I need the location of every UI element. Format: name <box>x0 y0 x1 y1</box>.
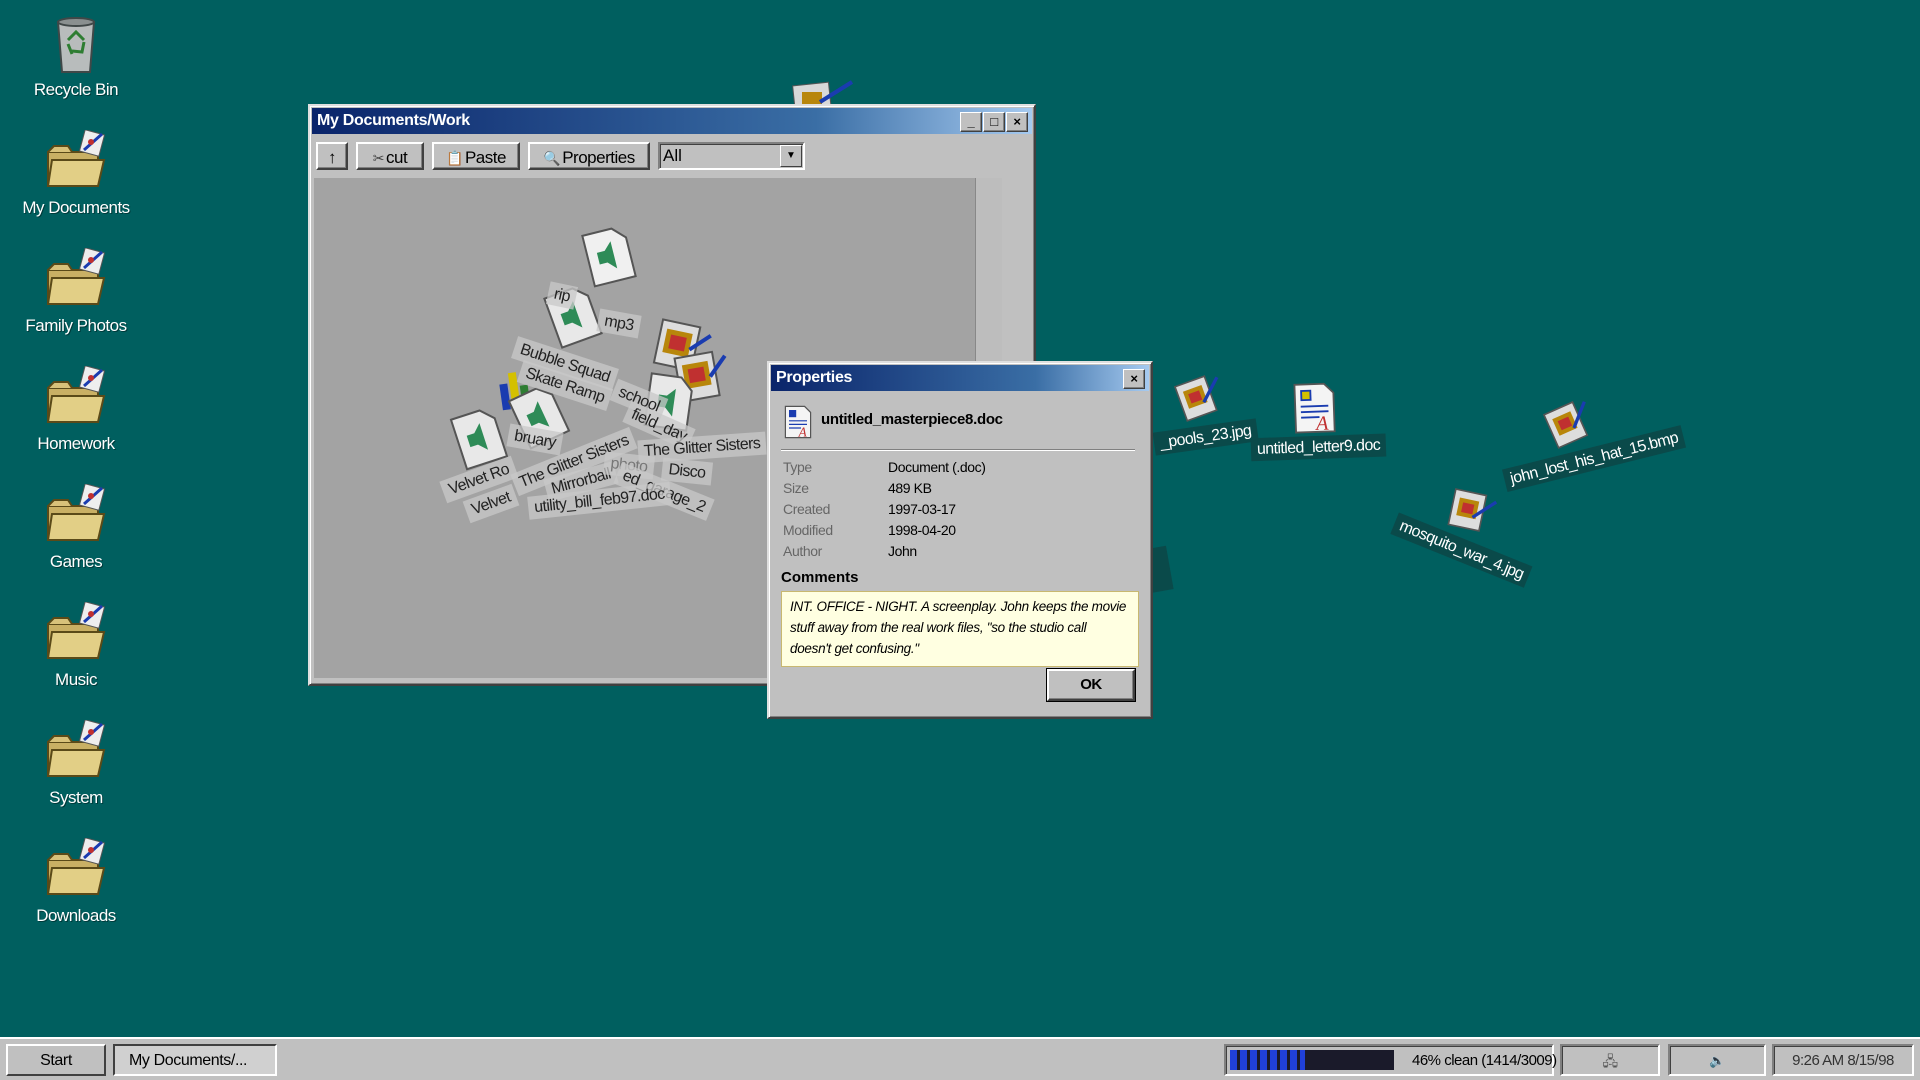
property-row-type: Type Document (.doc) <box>783 459 986 475</box>
desktop-icon-homework[interactable]: Homework <box>6 366 146 454</box>
property-value: John <box>888 543 917 559</box>
desktop-icon-label: Music <box>55 670 97 689</box>
network-icon: 🖧 <box>1602 1053 1618 1069</box>
property-key: Created <box>783 501 831 517</box>
property-row-size: Size 489 KB <box>783 480 932 496</box>
comments-heading: Comments <box>781 569 859 586</box>
filter-value: All <box>663 146 682 165</box>
file-label: _pools_23.jpg <box>1152 418 1259 456</box>
properties-label: Properties <box>562 148 635 167</box>
property-value: 1998-04-20 <box>888 522 956 538</box>
minimize-button[interactable]: _ <box>960 112 982 132</box>
image-file-icon[interactable] <box>790 80 860 106</box>
volume-icon: 🔈 <box>1709 1053 1725 1068</box>
properties-dialog[interactable]: Properties × A untitled_masterpiece8.doc… <box>767 361 1153 719</box>
property-row-created: Created 1997-03-17 <box>783 501 956 517</box>
folder-icon <box>46 720 106 777</box>
clean-progress-track <box>1230 1050 1394 1070</box>
clean-progress-indicator: 46% clean (1414/3009) <box>1224 1044 1557 1076</box>
ok-button[interactable]: OK <box>1046 668 1136 702</box>
tray-network-icon-box[interactable]: 🖧 <box>1560 1044 1660 1076</box>
desktop-icon-family-photos[interactable]: Family Photos <box>6 248 146 336</box>
file-label: untitled_letter9.doc <box>1250 433 1387 462</box>
property-key: Modified <box>783 522 833 538</box>
comments-box: INT. OFFICE - NIGHT. A screenplay. John … <box>781 591 1139 667</box>
tray-volume-icon-box[interactable]: 🔈 <box>1668 1044 1766 1076</box>
property-value: 489 KB <box>888 480 932 496</box>
property-value: Document (.doc) <box>888 459 986 475</box>
desktop-icon-downloads[interactable]: Downloads <box>6 838 146 926</box>
folder-icon <box>46 602 106 659</box>
progress-text: 46% clean (1414/3009) <box>1412 1052 1557 1069</box>
magnifier-icon: 🔍 <box>543 150 561 166</box>
audio-file-icon[interactable] <box>578 223 640 289</box>
separator <box>781 449 1135 451</box>
desktop-file-pools[interactable]: _pools_23.jpg <box>1145 365 1259 456</box>
image-file-icon <box>1173 375 1219 422</box>
property-row-author: Author John <box>783 543 917 559</box>
up-label: ↑ <box>328 148 337 167</box>
property-row-modified: Modified 1998-04-20 <box>783 522 956 538</box>
desktop-icon-label: Games <box>49 552 103 571</box>
recycle-bin-icon <box>56 17 96 73</box>
svg-text:A: A <box>1314 413 1330 435</box>
folder-icon <box>46 838 106 895</box>
image-file-icon <box>1542 401 1589 449</box>
clean-progress-fill <box>1230 1050 1306 1070</box>
desktop-icon-label: Family Photos <box>25 316 127 335</box>
explorer-toolbar: ↑ ✂ cut 📋 Paste 🔍 Properties All ▼ <box>310 138 1030 176</box>
chevron-down-icon[interactable]: ▼ <box>780 145 802 167</box>
property-key: Size <box>783 480 809 496</box>
paste-button[interactable]: 📋 Paste <box>432 142 520 170</box>
property-value: 1997-03-17 <box>888 501 956 517</box>
task-label: My Documents/... <box>129 1052 248 1069</box>
svg-text:A: A <box>798 424 808 439</box>
property-key: Type <box>783 459 812 475</box>
folder-icon <box>46 130 106 187</box>
desktop-icon-music[interactable]: Music <box>6 602 146 690</box>
maximize-button[interactable]: □ <box>983 112 1005 132</box>
desktop-icon-label: Downloads <box>36 906 116 925</box>
properties-button[interactable]: 🔍 Properties <box>528 142 650 170</box>
properties-titlebar[interactable]: Properties × <box>771 365 1149 391</box>
desktop-file-untitled-letter[interactable]: A untitled_letter9.doc <box>1249 380 1387 462</box>
close-button[interactable]: × <box>1123 369 1145 389</box>
desktop-icon-games[interactable]: Games <box>6 484 146 572</box>
cut-label: cut <box>386 148 408 167</box>
desktop-icon-label: Homework <box>37 434 115 453</box>
cut-button[interactable]: ✂ cut <box>356 142 424 170</box>
close-button[interactable]: × <box>1006 112 1028 132</box>
clipboard-icon: 📋 <box>446 150 463 166</box>
window-title: My Documents/Work <box>317 112 470 129</box>
desktop-icon-label: My Documents <box>22 198 130 217</box>
desktop-icon-my-documents[interactable]: My Documents <box>6 130 146 218</box>
dialog-title: Properties <box>776 369 853 386</box>
desktop-icon-system[interactable]: System <box>6 720 146 808</box>
up-folder-button[interactable]: ↑ <box>316 142 348 170</box>
start-label: Start <box>40 1052 72 1069</box>
ok-label: OK <box>1080 676 1102 693</box>
taskbar: Start My Documents/... 46% clean (1414/3… <box>0 1037 1920 1080</box>
folder-icon <box>46 366 106 423</box>
start-button[interactable]: Start <box>6 1044 106 1076</box>
folder-icon <box>46 248 106 305</box>
filter-dropdown[interactable]: All ▼ <box>658 142 805 170</box>
doc-file-icon: A <box>1293 382 1336 435</box>
clock-text: 9:26 AM 8/15/98 <box>1792 1052 1894 1069</box>
folder-icon <box>46 484 106 541</box>
paste-label: Paste <box>464 148 506 167</box>
desktop-icon-label: Recycle Bin <box>33 80 119 99</box>
desktop-icon-label: System <box>49 788 103 807</box>
scissors-icon: ✂ <box>372 150 385 166</box>
file-name: untitled_masterpiece8.doc <box>821 411 1003 428</box>
doc-file-icon: A <box>784 405 812 439</box>
desktop-file-john-lost-hat[interactable]: john_lost_his_hat_15.bmp <box>1489 381 1687 493</box>
property-key: Author <box>783 543 822 559</box>
clock[interactable]: 9:26 AM 8/15/98 <box>1772 1044 1914 1076</box>
desktop-icon-recycle-bin[interactable]: Recycle Bin <box>6 12 146 100</box>
taskbar-task-my-documents[interactable]: My Documents/... <box>113 1044 277 1076</box>
explorer-titlebar[interactable]: My Documents/Work _ □ × <box>312 108 1032 134</box>
